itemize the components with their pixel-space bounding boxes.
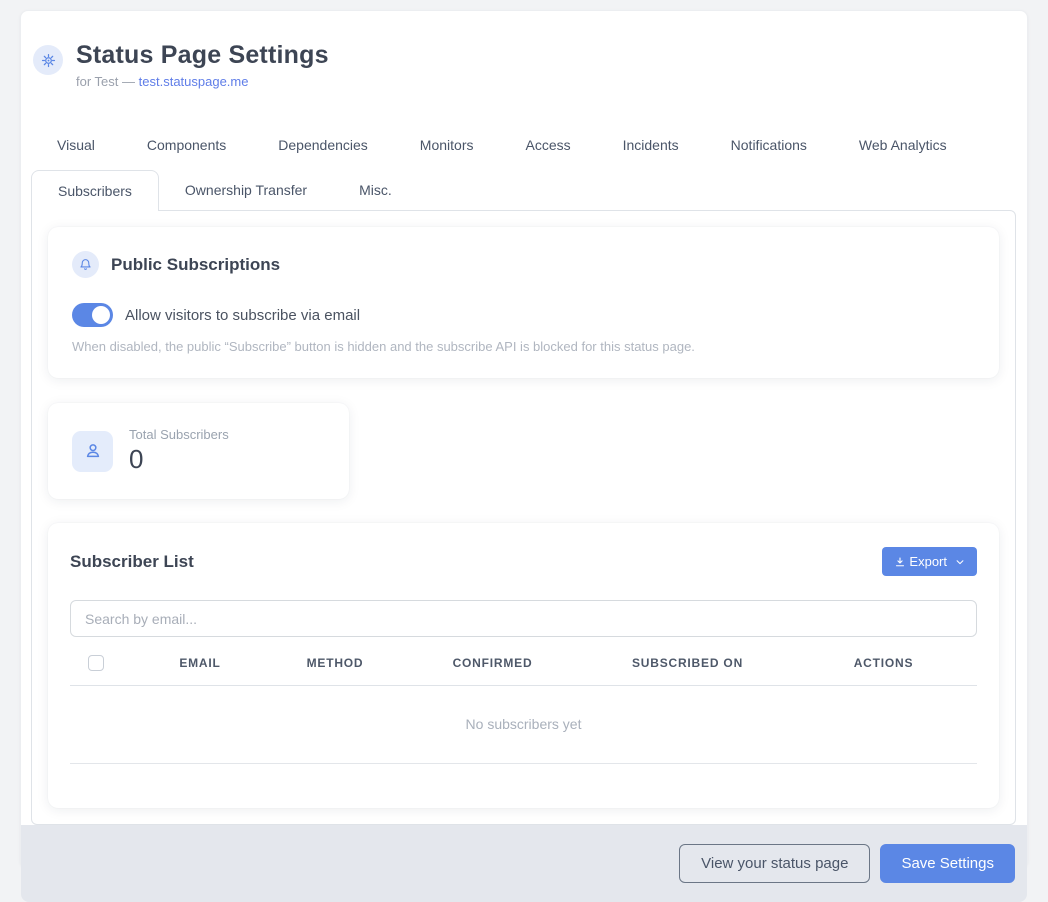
- tab-row-1: Visual Components Dependencies Monitors …: [31, 125, 1016, 165]
- stat-label: Total Subscribers: [129, 427, 229, 442]
- tab-misc[interactable]: Misc.: [333, 170, 418, 210]
- export-label: Export: [909, 554, 947, 569]
- empty-state-message: No subscribers yet: [70, 686, 977, 764]
- total-subscribers-card: Total Subscribers 0: [48, 403, 349, 499]
- column-actions: ACTIONS: [790, 656, 977, 670]
- page-header: Status Page Settings for Test — test.sta…: [21, 11, 1027, 89]
- tab-monitors[interactable]: Monitors: [394, 125, 500, 165]
- subscribe-toggle-row: Allow visitors to subscribe via email: [72, 303, 975, 327]
- chevron-down-icon: [955, 557, 965, 567]
- page-title: Status Page Settings: [76, 41, 329, 70]
- toggle-label: Allow visitors to subscribe via email: [125, 307, 360, 324]
- toggle-help-text: When disabled, the public “Subscribe” bu…: [72, 339, 975, 354]
- tab-ownership-transfer[interactable]: Ownership Transfer: [159, 170, 333, 210]
- settings-card: Status Page Settings for Test — test.sta…: [20, 10, 1028, 868]
- stat-value: 0: [129, 444, 229, 475]
- export-button[interactable]: Export: [882, 547, 977, 576]
- public-subscriptions-heading: Public Subscriptions: [72, 251, 975, 278]
- tab-components[interactable]: Components: [121, 125, 252, 165]
- subscribers-panel: Public Subscriptions Allow visitors to s…: [31, 210, 1016, 825]
- settings-footer: View your status page Save Settings: [21, 825, 1027, 902]
- table-header-row: EMAIL METHOD CONFIRMED SUBSCRIBED ON ACT…: [70, 655, 977, 686]
- table-bottom-padding: [70, 764, 977, 784]
- person-icon: [72, 431, 113, 472]
- public-subscriptions-card: Public Subscriptions Allow visitors to s…: [48, 227, 999, 378]
- tab-access[interactable]: Access: [499, 125, 596, 165]
- tab-dependencies[interactable]: Dependencies: [252, 125, 394, 165]
- tab-notifications[interactable]: Notifications: [705, 125, 833, 165]
- tab-row-2: Subscribers Ownership Transfer Misc.: [31, 170, 1016, 210]
- subtitle-prefix: for Test —: [76, 74, 135, 89]
- subscriber-list-card: Subscriber List Export: [48, 523, 999, 808]
- search-input[interactable]: [70, 600, 977, 637]
- column-method: METHOD: [270, 656, 400, 670]
- tab-visual[interactable]: Visual: [31, 125, 121, 165]
- tab-subscribers[interactable]: Subscribers: [31, 170, 159, 211]
- column-subscribed-on: SUBSCRIBED ON: [585, 656, 790, 670]
- subscriber-list-header: Subscriber List Export: [70, 547, 977, 576]
- column-email: EMAIL: [130, 656, 270, 670]
- settings-tabs: Visual Components Dependencies Monitors …: [31, 125, 1016, 210]
- subscriber-list-title: Subscriber List: [70, 552, 194, 572]
- allow-subscribe-toggle[interactable]: [72, 303, 113, 327]
- status-page-link[interactable]: test.statuspage.me: [139, 74, 249, 89]
- select-all-checkbox[interactable]: [88, 655, 104, 671]
- bell-icon: [72, 251, 99, 278]
- subscribers-table: EMAIL METHOD CONFIRMED SUBSCRIBED ON ACT…: [70, 655, 977, 784]
- header-text: Status Page Settings for Test — test.sta…: [76, 41, 329, 89]
- toggle-knob: [92, 306, 110, 324]
- stat-text: Total Subscribers 0: [129, 427, 229, 475]
- tab-incidents[interactable]: Incidents: [597, 125, 705, 165]
- gear-icon: [33, 45, 63, 75]
- tab-web-analytics[interactable]: Web Analytics: [833, 125, 973, 165]
- view-status-page-button[interactable]: View your status page: [679, 844, 870, 883]
- section-title: Public Subscriptions: [111, 255, 280, 275]
- save-settings-button[interactable]: Save Settings: [880, 844, 1015, 883]
- column-confirmed: CONFIRMED: [400, 656, 585, 670]
- page-subtitle: for Test — test.statuspage.me: [76, 74, 329, 89]
- download-icon: [894, 556, 906, 568]
